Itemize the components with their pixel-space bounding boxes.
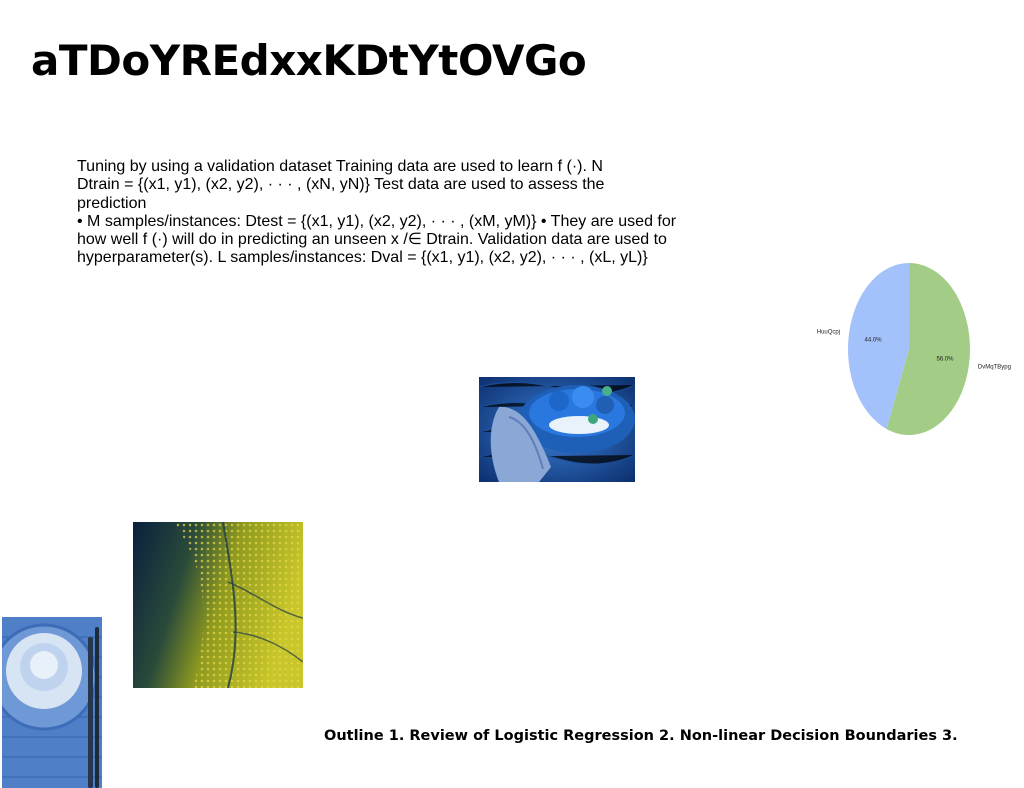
pie-category-label-1: HuuQcpj <box>817 329 840 335</box>
leaf-photo <box>133 522 303 688</box>
body-line: Dtrain = {(x1, y1), (x2, y2), · · · , (x… <box>77 176 605 212</box>
outline-text: Outline 1. Review of Logistic Regression… <box>324 728 958 744</box>
body-line: • M samples/instances: Dtest = {(x1, y1)… <box>77 212 677 230</box>
pie-pct-label-1: 44.0% <box>865 337 883 343</box>
body-line: how well f (·) will do in predicting an … <box>77 231 667 249</box>
bowl-photo <box>479 377 635 482</box>
pie-pct-label-0: 56.0% <box>936 357 954 363</box>
body-line: hyperparameter(s). L samples/instances: … <box>77 249 648 267</box>
slide-title: aTDoYREdxxKDtYtOVGo <box>31 36 587 85</box>
pie-chart: 56.0% DvMqTBypg 44.0% HuuQcpj <box>800 255 1020 445</box>
plate-photo <box>2 617 102 788</box>
body-line: Tuning by using a validation dataset Tra… <box>77 158 603 175</box>
pie-chart-svg: 56.0% DvMqTBypg 44.0% HuuQcpj <box>817 263 1011 435</box>
body-text: Tuning by using a validation dataset Tra… <box>77 158 677 268</box>
pie-category-label-0: DvMqTBypg <box>978 365 1011 371</box>
